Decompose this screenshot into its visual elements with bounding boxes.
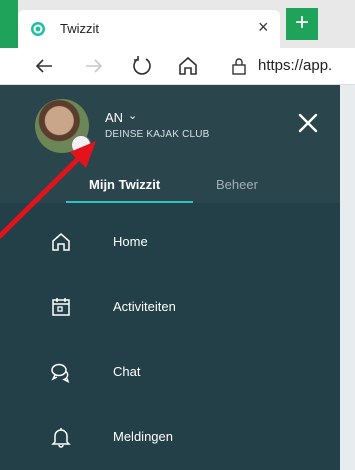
- refresh-icon[interactable]: [130, 54, 154, 78]
- tab-beheer[interactable]: Beheer: [216, 177, 258, 192]
- url-text: https://app.: [258, 57, 333, 74]
- tab-mijn-twizzit[interactable]: Mijn Twizzit: [89, 177, 160, 192]
- app-sidebar: AN ⌄ DEINSE KAJAK CLUB Mijn Twizzit Behe…: [0, 85, 340, 470]
- browser-toolbar: https://app.: [0, 48, 355, 85]
- menu-label-meldingen: Meldingen: [113, 429, 173, 444]
- back-icon[interactable]: [32, 54, 56, 78]
- nav-tabs: Mijn Twizzit Beheer: [0, 177, 340, 203]
- home-icon[interactable]: [176, 54, 200, 78]
- close-icon[interactable]: [296, 111, 320, 135]
- address-bar[interactable]: https://app.: [222, 52, 355, 80]
- tab-title: Twizzit: [60, 21, 99, 36]
- menu-item-meldingen[interactable]: Meldingen: [0, 408, 340, 468]
- calendar-icon: [52, 298, 70, 316]
- menu-label-chat: Chat: [113, 364, 141, 379]
- menu-item-home[interactable]: Home: [0, 213, 340, 273]
- twizzit-favicon-icon: [31, 22, 45, 36]
- menu-item-chat[interactable]: Chat: [0, 343, 340, 403]
- tab-strip: Twizzit × +: [18, 0, 355, 48]
- bell-icon: [51, 428, 71, 448]
- tab-close-button[interactable]: ×: [258, 17, 269, 38]
- page-background-strip: [340, 85, 355, 470]
- home-icon: [52, 233, 70, 251]
- menu-label-activiteiten: Activiteiten: [113, 299, 176, 314]
- forward-icon[interactable]: [82, 54, 106, 78]
- chat-icon: [51, 363, 70, 383]
- user-header: AN ⌄ DEINSE KAJAK CLUB Mijn Twizzit Behe…: [0, 85, 340, 203]
- user-name[interactable]: AN: [105, 110, 123, 125]
- new-tab-button[interactable]: +: [286, 8, 318, 40]
- menu-item-activiteiten[interactable]: Activiteiten: [0, 278, 340, 338]
- menu-label-home: Home: [113, 234, 148, 249]
- active-tab-indicator: [66, 201, 193, 203]
- club-name: DEINSE KAJAK CLUB: [105, 129, 210, 140]
- chevron-down-icon[interactable]: ⌄: [128, 109, 137, 122]
- browser-tab[interactable]: Twizzit ×: [18, 10, 280, 48]
- badge-icon: [71, 135, 91, 155]
- window-edge: [0, 0, 18, 48]
- lock-icon: [232, 58, 246, 75]
